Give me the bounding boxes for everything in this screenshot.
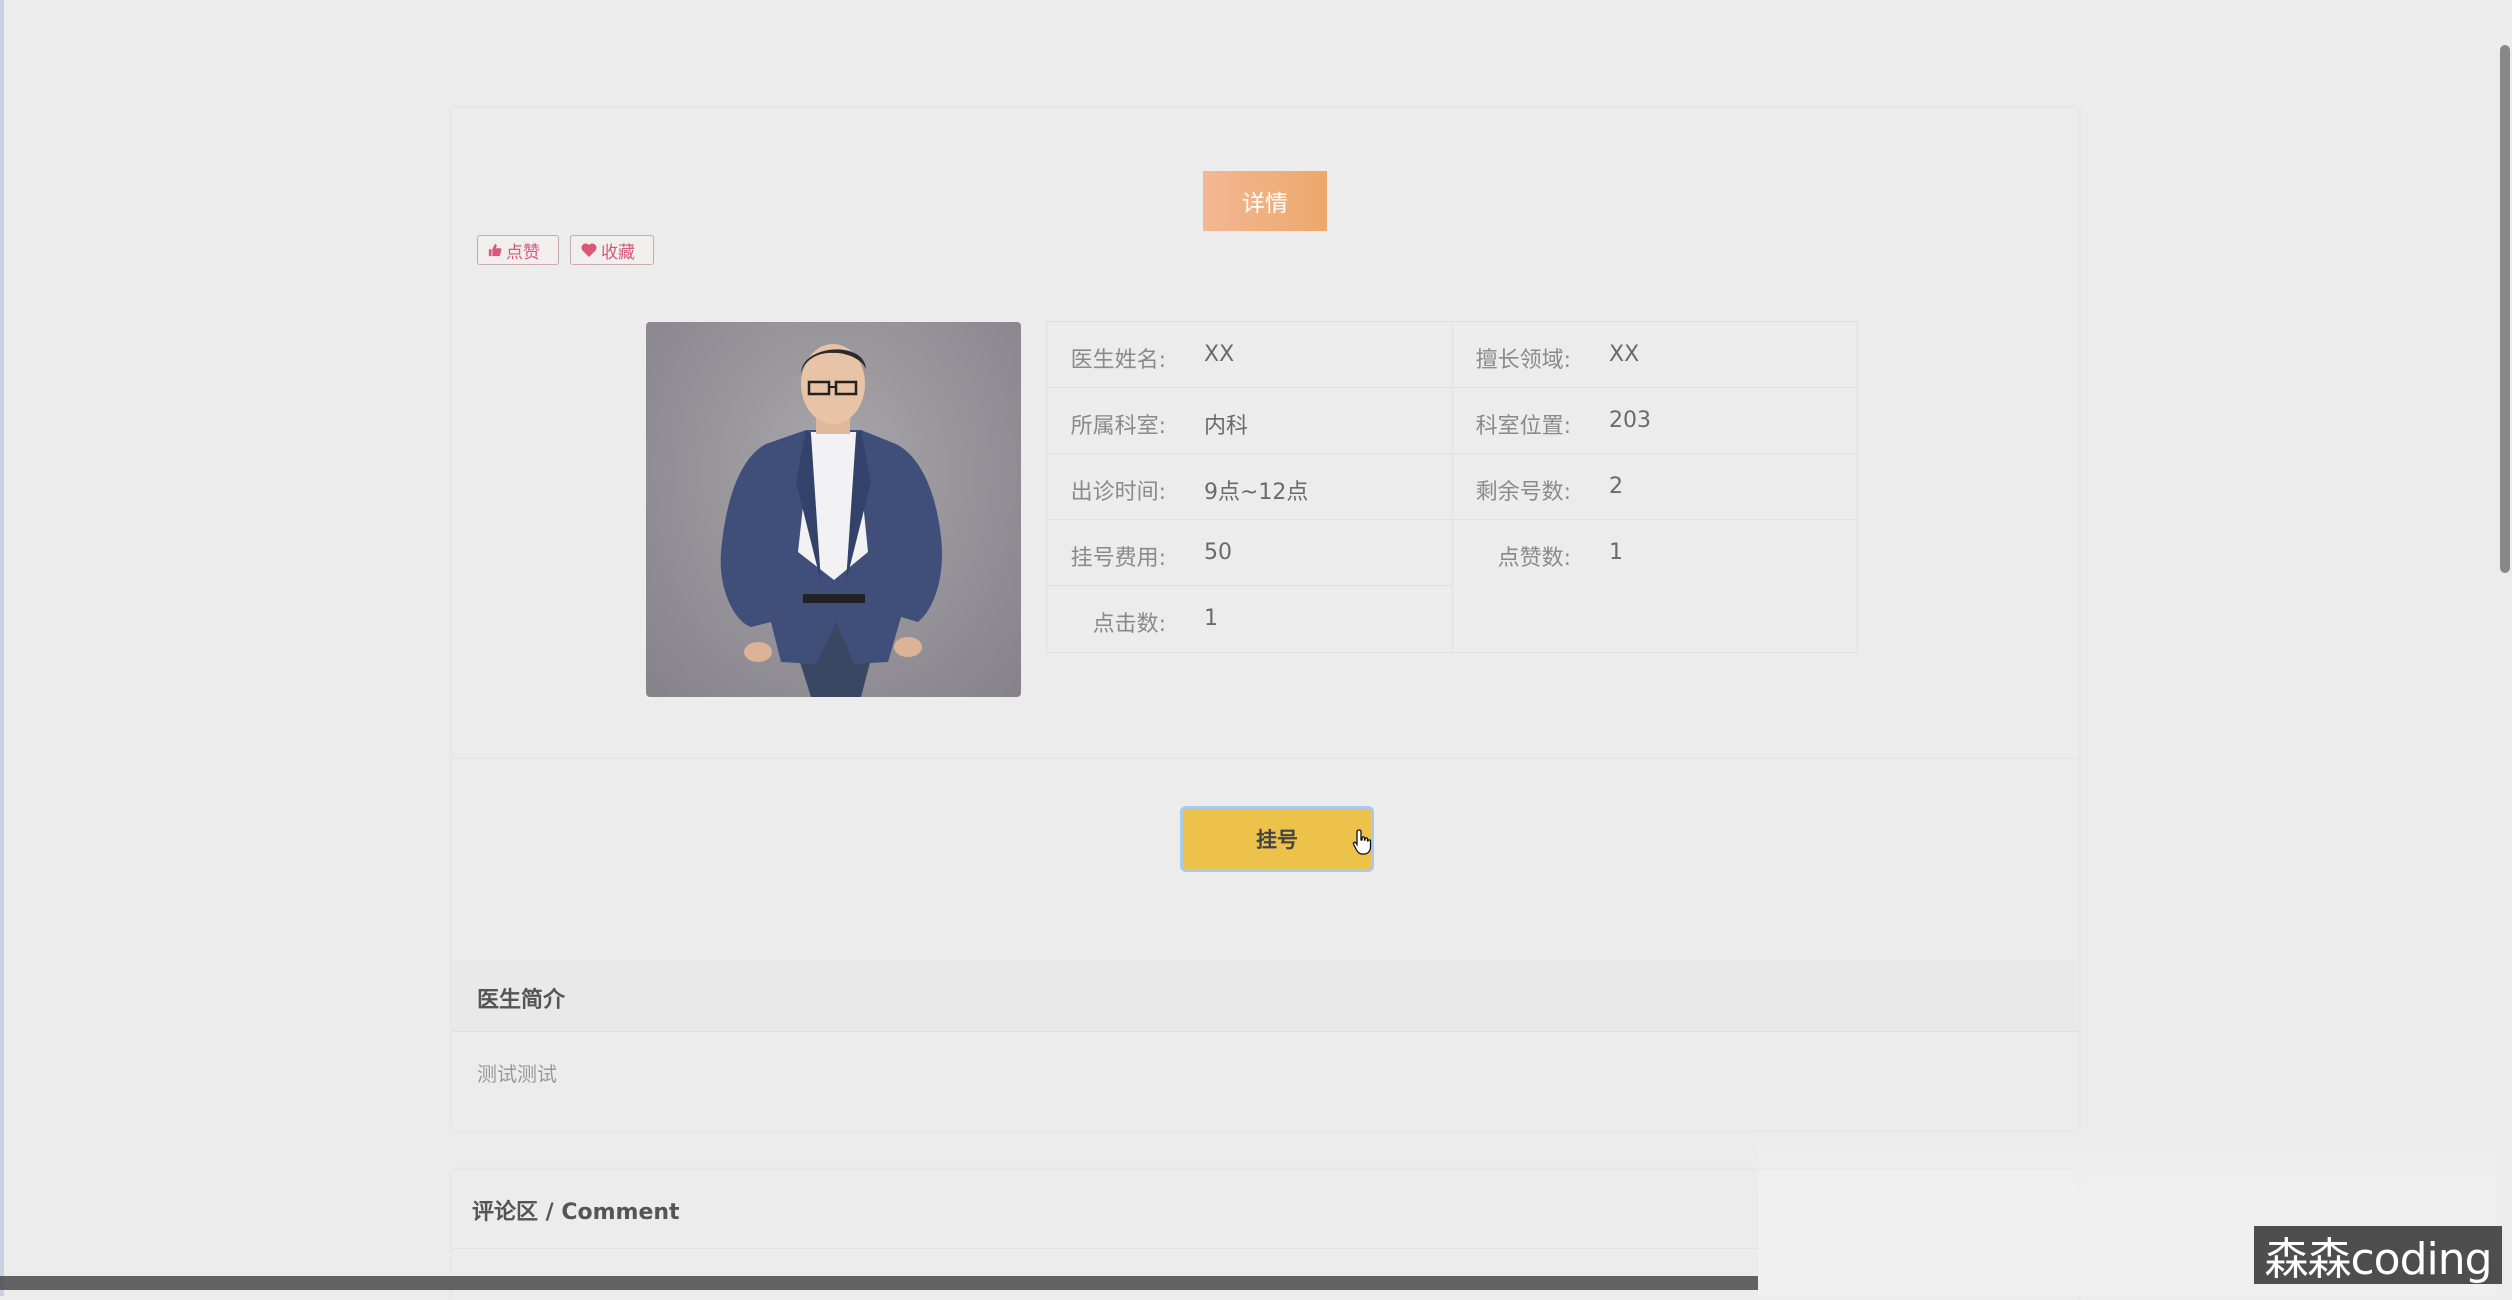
info-row-specialty: 擅长领域: XX [1452, 322, 1857, 388]
remaining-label: 剩余号数: [1475, 480, 1571, 505]
info-row-likes: 点赞数: 1 [1452, 520, 1857, 586]
info-row-fee: 挂号费用: 50 [1047, 520, 1452, 586]
location-label: 科室位置: [1475, 414, 1571, 439]
intro-content: 测试测试 [477, 1062, 557, 1086]
remaining-value: 2 [1609, 474, 1623, 499]
info-column-left: 医生姓名: XX 所属科室: 内科 出诊时间: 9点~12点 挂号费用: 50 … [1047, 322, 1453, 652]
hand-cursor-icon [1352, 829, 1372, 855]
department-label: 所属科室: [1070, 414, 1166, 439]
fee-label: 挂号费用: [1070, 546, 1166, 571]
favorite-label: 收藏 [601, 242, 635, 263]
specialty-value: XX [1609, 342, 1640, 367]
info-row-clicks: 点击数: 1 [1047, 586, 1452, 652]
favorite-button[interactable]: 收藏 [570, 235, 654, 265]
watermark: 森森coding [2254, 1226, 2502, 1285]
info-row-name: 医生姓名: XX [1047, 322, 1452, 388]
doctor-photo [646, 322, 1021, 697]
doctor-info-table: 医生姓名: XX 所属科室: 内科 出诊时间: 9点~12点 挂号费用: 50 … [1046, 321, 1858, 653]
doctor-portrait-image [720, 344, 942, 697]
detail-tab[interactable]: 详情 [1203, 171, 1327, 231]
likes-value: 1 [1609, 540, 1623, 565]
location-value: 203 [1609, 408, 1651, 433]
name-value: XX [1204, 342, 1235, 367]
section-divider [452, 758, 2078, 759]
window-left-edge [0, 0, 4, 1296]
name-label: 医生姓名: [1070, 348, 1166, 373]
comment-title: 评论区 / Comment [472, 1200, 680, 1225]
horizontal-scrollbar[interactable] [0, 1276, 1758, 1290]
fee-value: 50 [1204, 540, 1232, 565]
vertical-scrollbar-thumb[interactable] [2500, 45, 2510, 573]
intro-header: 医生简介 [452, 960, 2078, 1032]
likes-label: 点赞数: [1497, 546, 1571, 571]
department-value: 内科 [1204, 414, 1249, 439]
thumbs-up-icon [488, 243, 502, 257]
like-label: 点赞 [506, 242, 540, 263]
time-value: 9点~12点 [1204, 480, 1309, 505]
specialty-label: 擅长领域: [1475, 348, 1571, 373]
info-row-department: 所属科室: 内科 [1047, 388, 1452, 454]
info-column-right: 擅长领域: XX 科室位置: 203 剩余号数: 2 点赞数: 1 [1452, 322, 1857, 652]
clicks-value: 1 [1204, 606, 1218, 631]
info-row-remaining: 剩余号数: 2 [1452, 454, 1857, 520]
register-button[interactable]: 挂号 [1180, 806, 1374, 872]
time-label: 出诊时间: [1070, 480, 1166, 505]
info-row-location: 科室位置: 203 [1452, 388, 1857, 454]
clicks-label: 点击数: [1092, 612, 1166, 637]
like-button[interactable]: 点赞 [477, 235, 559, 265]
heart-icon [581, 243, 597, 257]
info-row-time: 出诊时间: 9点~12点 [1047, 454, 1452, 520]
intro-title: 医生简介 [477, 988, 566, 1013]
